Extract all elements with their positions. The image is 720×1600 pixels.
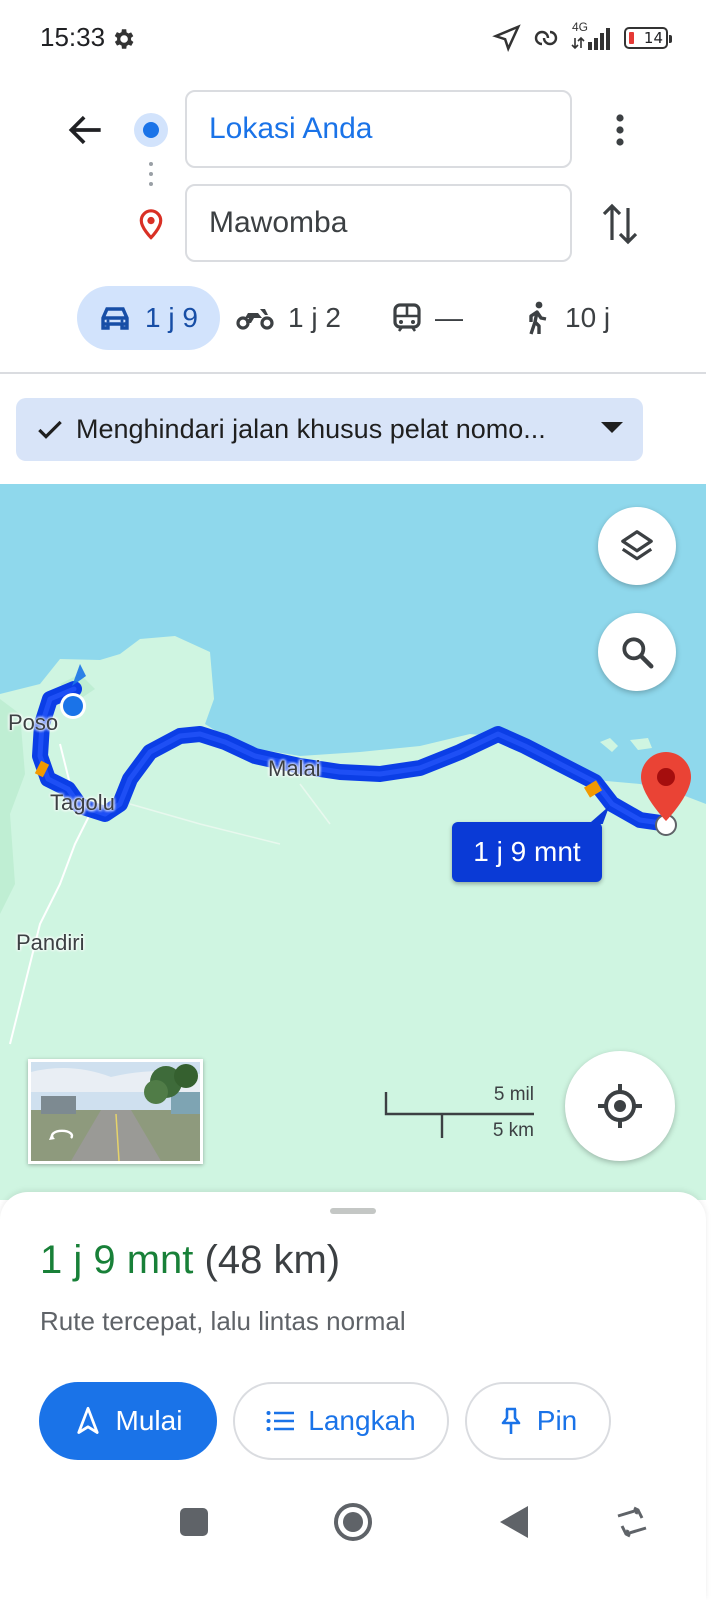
system-back-button[interactable] [492,1500,536,1544]
route-distance: (48 km) [204,1238,341,1282]
origin-dot-icon [134,113,168,147]
hotspot-link-icon [534,30,558,46]
steps-button-label: Langkah [308,1405,416,1436]
signal-icon: 4G [570,20,616,52]
crosshair-icon [598,1084,642,1128]
dropdown-caret-icon [601,422,623,433]
street-view-image [31,1062,200,1162]
back-arrow-icon[interactable] [64,108,108,152]
layers-icon [621,530,653,561]
route-option-label: Menghindari jalan khusus pelat nomo... [76,414,546,444]
square-icon [180,1508,208,1536]
mode-duration-motorcycle: 1 j 2 [288,302,341,333]
scale-metric: 5 km [492,1120,534,1141]
route-description: Rute tercepat, lalu lintas normal [40,1306,406,1336]
route-eta-bubble[interactable]: 1 j 9 mnt [452,822,602,882]
system-nav-bar [0,1480,720,1600]
mode-tab-transit[interactable]: — [393,286,463,350]
street-view-thumbnail[interactable] [28,1059,203,1164]
mode-duration-transit: — [435,302,463,333]
map-label-malai: Malai [268,756,321,781]
destination-marker-icon[interactable] [638,750,694,822]
search-map-button[interactable] [598,613,676,691]
start-button-label: Mulai [115,1405,183,1436]
pin-button-label: Pin [536,1405,578,1436]
status-icons: 4G 14 [492,20,672,54]
mode-tab-walk[interactable]: 10 j [523,286,610,350]
my-location-button[interactable] [565,1051,675,1161]
status-time: 15:33 [40,22,106,52]
swap-route-icon[interactable] [596,198,644,250]
map-view[interactable]: Poso Tagolu Malai Pandiri 1 j 9 mnt 5 mi… [0,484,706,1200]
map-label-pandiri: Pandiri [16,930,85,955]
sheet-drag-handle[interactable] [330,1208,376,1214]
map-scale: 5 mil 5 km [384,1082,534,1152]
mode-duration-car: 1 j 9 [145,302,198,333]
recents-button[interactable] [172,1500,216,1544]
route-duration: 1 j 9 mnt [40,1238,194,1282]
map-label-tagolu: Tagolu [50,790,115,815]
motorcycle-icon [236,309,274,330]
rotate-button[interactable] [610,1500,654,1544]
map-label-poso: Poso [8,710,59,735]
origin-field[interactable]: Lokasi Anda [185,90,572,168]
steps-button[interactable]: Langkah [233,1382,449,1460]
layers-button[interactable] [598,507,676,585]
train-icon [393,303,421,332]
home-circle-icon [334,1503,372,1541]
more-options-icon[interactable] [604,108,636,152]
list-icon [266,1411,295,1431]
route-option-chip[interactable]: Menghindari jalan khusus pelat nomo... [16,398,643,461]
search-icon [622,637,654,669]
route-connector-dots [149,162,153,190]
navigation-arrow-icon [76,1406,99,1434]
rotate-icon [617,1506,647,1538]
header-divider [0,372,706,374]
check-icon [38,420,62,439]
scale-imperial: 5 mil [493,1084,534,1105]
battery-icon: 14 [624,27,672,49]
destination-pin-icon [139,209,163,240]
mode-tab-car[interactable]: 1 j 9 [77,286,220,350]
mode-duration-walk: 10 j [565,302,611,333]
destination-field[interactable]: Mawomba [185,184,572,262]
battery-level: 14 [643,29,663,47]
pushpin-icon [501,1407,521,1434]
start-button[interactable]: Mulai [39,1382,217,1460]
mode-tab-motorcycle[interactable]: 1 j 2 [236,286,341,350]
route-summary: 1 j 9 mnt (48 km) [40,1238,340,1283]
status-bar: 15:33 4G 14 [0,0,720,76]
settings-gear-icon [114,29,134,49]
home-button[interactable] [331,1500,375,1544]
travel-mode-tabs: 1 j 9 1 j 2 — 10 j [0,286,720,350]
triangle-back-icon [500,1506,528,1538]
walk-icon [529,301,547,335]
car-icon [101,307,129,330]
pin-button[interactable]: Pin [465,1382,611,1460]
location-arrow-icon [492,24,521,53]
